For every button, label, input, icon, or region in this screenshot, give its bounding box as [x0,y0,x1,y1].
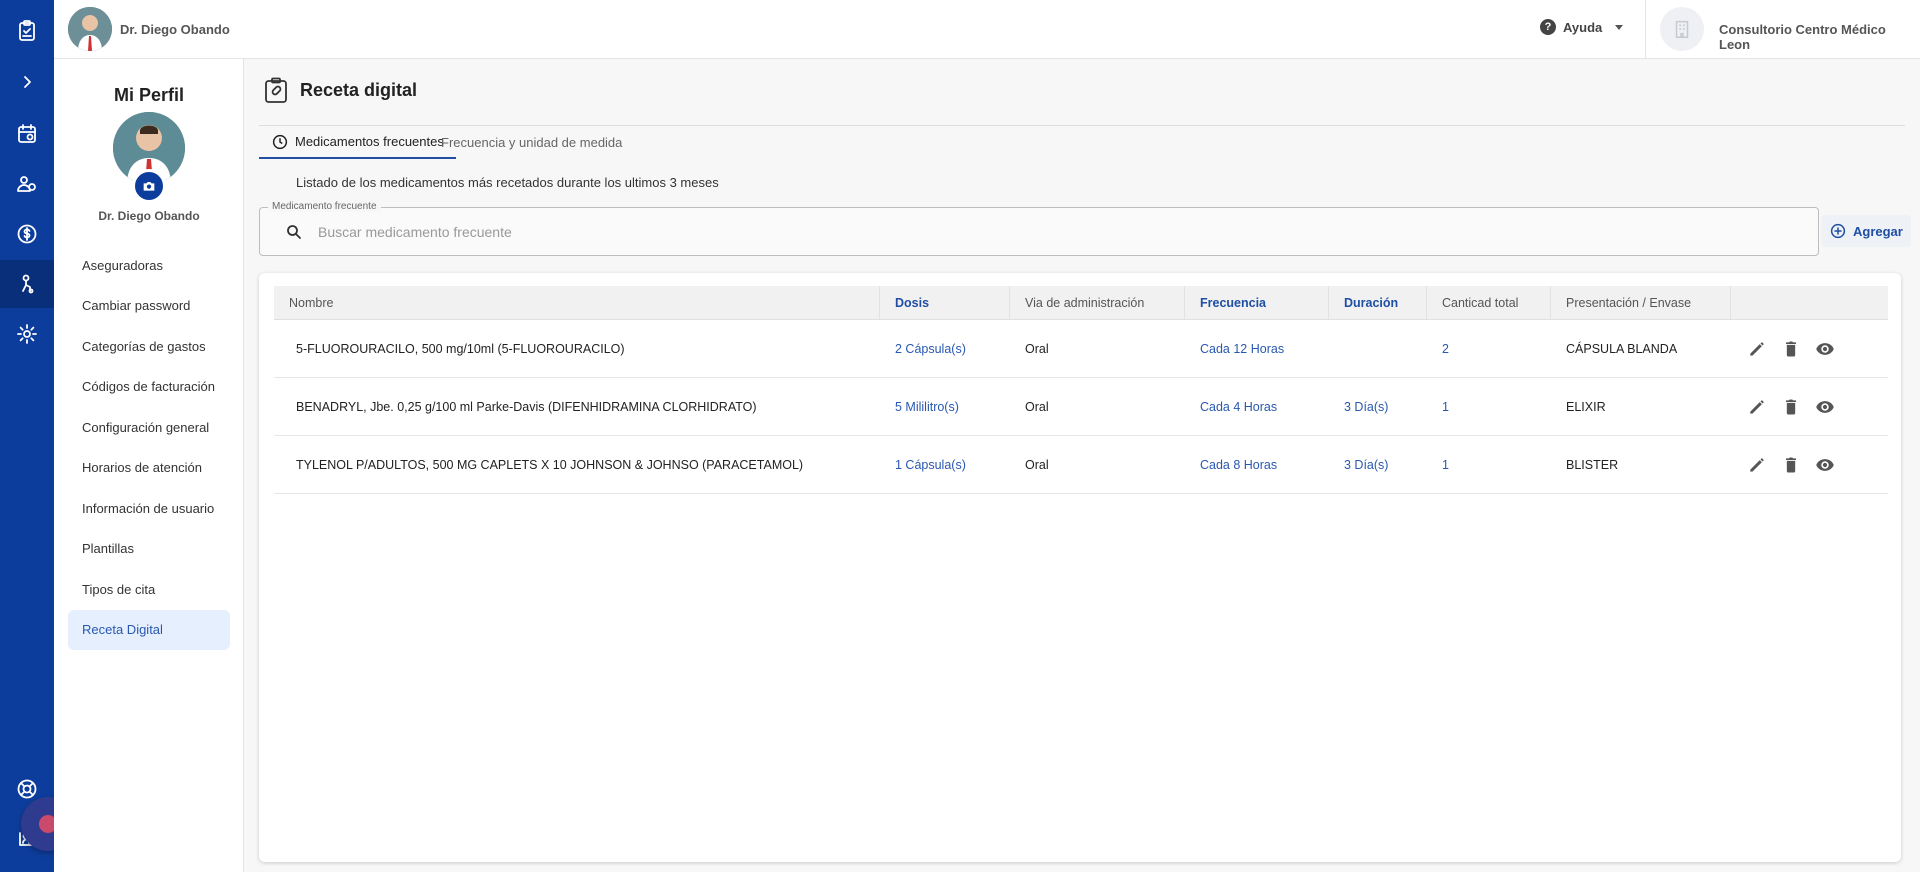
avatar[interactable] [68,7,112,51]
nav-rail [0,0,54,872]
tab-label: Medicamentos frecuentes [295,134,444,149]
billing-dollar-icon[interactable] [0,210,54,258]
tab-label: Frecuencia y unidad de medida [441,135,623,150]
cell-presentacion: CÁPSULA BLANDA [1566,341,1678,356]
delete-trash-icon[interactable] [1781,397,1801,417]
settings-gear-icon[interactable] [0,310,54,358]
cell-via: Oral [1025,399,1049,414]
app-logo-icon[interactable] [0,7,54,55]
column-header-nombre[interactable]: Nombre [274,286,880,319]
table-header: Nombre Dosis Via de administración Frecu… [274,286,1888,320]
doctor-profile-icon[interactable] [0,260,54,308]
change-photo-button[interactable] [132,169,166,203]
list-description: Listado de los medicamentos más recetado… [296,175,719,190]
tab-frecuencia-unidad[interactable]: Frecuencia y unidad de medida [429,126,634,159]
edit-pencil-icon[interactable] [1747,455,1767,475]
page-title: Receta digital [300,79,418,100]
divider [1645,0,1646,59]
column-header-presentacion[interactable]: Presentación / Envase [1551,286,1731,319]
cell-via: Oral [1025,341,1049,356]
cell-nombre: 5-FLUOROURACILO, 500 mg/10ml (5-FLUOROUR… [296,341,625,356]
cell-via: Oral [1025,457,1049,472]
column-header-dosis[interactable]: Dosis [880,286,1010,319]
table-row: 5-FLUOROURACILO, 500 mg/10ml (5-FLUOROUR… [274,320,1888,378]
delete-trash-icon[interactable] [1781,339,1801,359]
cell-duracion: 3 Día(s) [1344,457,1389,472]
clinic-building-icon[interactable] [1660,7,1704,51]
menu-item-receta-digital[interactable]: Receta Digital [68,609,230,650]
cell-duracion: 3 Día(s) [1344,399,1389,414]
add-medication-button[interactable]: Agregar [1821,215,1911,247]
cell-frecuencia: Cada 4 Horas [1200,399,1278,414]
row-actions [1731,436,1888,493]
cell-frecuencia: Cada 8 Horas [1200,457,1278,472]
row-actions [1731,320,1888,377]
patients-icon[interactable] [0,160,54,208]
column-header-actions [1731,286,1888,319]
tab-medicamentos-frecuentes[interactable]: Medicamentos frecuentes [259,126,456,159]
column-header-frecuencia[interactable]: Frecuencia [1185,286,1329,319]
view-eye-icon[interactable] [1815,339,1835,359]
page-header: Receta digital [262,76,417,104]
cell-frecuencia: Cada 12 Horas [1200,341,1285,356]
menu-item-categorias-gastos[interactable]: Categorías de gastos [68,326,230,367]
user-name[interactable]: Dr. Diego Obando [120,22,230,37]
menu-item-plantillas[interactable]: Plantillas [68,529,230,570]
clinic-name[interactable]: Consultorio Centro Médico Leon [1719,22,1920,52]
clock-icon [272,134,288,149]
row-actions [1731,378,1888,435]
profile-sidebar: Mi Perfil Dr. Diego Obando Aseguradoras … [54,59,244,872]
search-label: Medicamento frecuente [268,201,381,212]
menu-item-configuracion-general[interactable]: Configuración general [68,407,230,448]
medications-table-card: Nombre Dosis Via de administración Frecu… [259,273,1901,862]
cell-dosis: 1 Cápsula(s) [895,457,966,472]
column-header-cantidad[interactable]: Canticad total [1427,286,1551,319]
menu-item-aseguradoras[interactable]: Aseguradoras [68,245,230,286]
search-input[interactable] [318,220,1798,244]
chevron-down-icon [1615,24,1624,30]
profile-title: Mi Perfil [113,85,184,105]
cell-presentacion: BLISTER [1566,457,1619,472]
expand-chevron-icon[interactable] [0,58,54,106]
cell-nombre: TYLENOL P/ADULTOS, 500 MG CAPLETS X 10 J… [296,457,804,472]
cell-cantidad: 1 [1442,457,1449,472]
menu-item-cambiar-password[interactable]: Cambiar password [68,286,230,327]
menu-item-horarios-atencion[interactable]: Horarios de atención [68,448,230,489]
prescription-clipboard-icon [265,77,287,103]
column-header-via[interactable]: Via de administración [1010,286,1185,319]
camera-icon [143,182,155,191]
cell-dosis: 5 Mililitro(s) [895,399,959,414]
help-menu[interactable]: ? Ayuda [1540,19,1624,35]
cell-nombre: BENADRYL, Jbe. 0,25 g/100 ml Parke-Davis… [296,399,757,414]
view-eye-icon[interactable] [1815,455,1835,475]
cell-cantidad: 2 [1442,341,1449,356]
edit-pencil-icon[interactable] [1747,339,1767,359]
help-icon: ? [1540,19,1556,35]
table-row: TYLENOL P/ADULTOS, 500 MG CAPLETS X 10 J… [274,436,1888,494]
menu-item-informacion-usuario[interactable]: Información de usuario [68,488,230,529]
profile-name: Dr. Diego Obando [98,209,200,223]
column-header-duracion[interactable]: Duración [1329,286,1427,319]
add-label: Agregar [1853,223,1903,239]
add-circle-icon [1830,223,1846,239]
medications-table: Nombre Dosis Via de administración Frecu… [274,286,1888,494]
edit-pencil-icon[interactable] [1747,397,1767,417]
profile-menu: Aseguradoras Cambiar password Categorías… [68,245,230,650]
view-eye-icon[interactable] [1815,397,1835,417]
menu-item-codigos-facturacion[interactable]: Códigos de facturación [68,367,230,408]
search-icon [287,225,301,239]
tab-bar: Medicamentos frecuentes Frecuencia y uni… [259,125,1905,159]
top-bar: Dr. Diego Obando ? Ayuda Consultorio Cen… [54,0,1920,59]
cell-duracion [1329,320,1427,377]
cell-dosis: 2 Cápsula(s) [895,341,966,356]
delete-trash-icon[interactable] [1781,455,1801,475]
cell-presentacion: ELIXIR [1566,399,1606,414]
help-label: Ayuda [1563,19,1603,35]
search-field: Medicamento frecuente [259,201,1819,256]
cell-cantidad: 1 [1442,399,1449,414]
calendar-icon[interactable] [0,110,54,158]
menu-item-tipos-cita[interactable]: Tipos de cita [68,569,230,610]
table-row: BENADRYL, Jbe. 0,25 g/100 ml Parke-Davis… [274,378,1888,436]
main-content: Receta digital Medicamentos frecuentes F… [244,59,1920,872]
